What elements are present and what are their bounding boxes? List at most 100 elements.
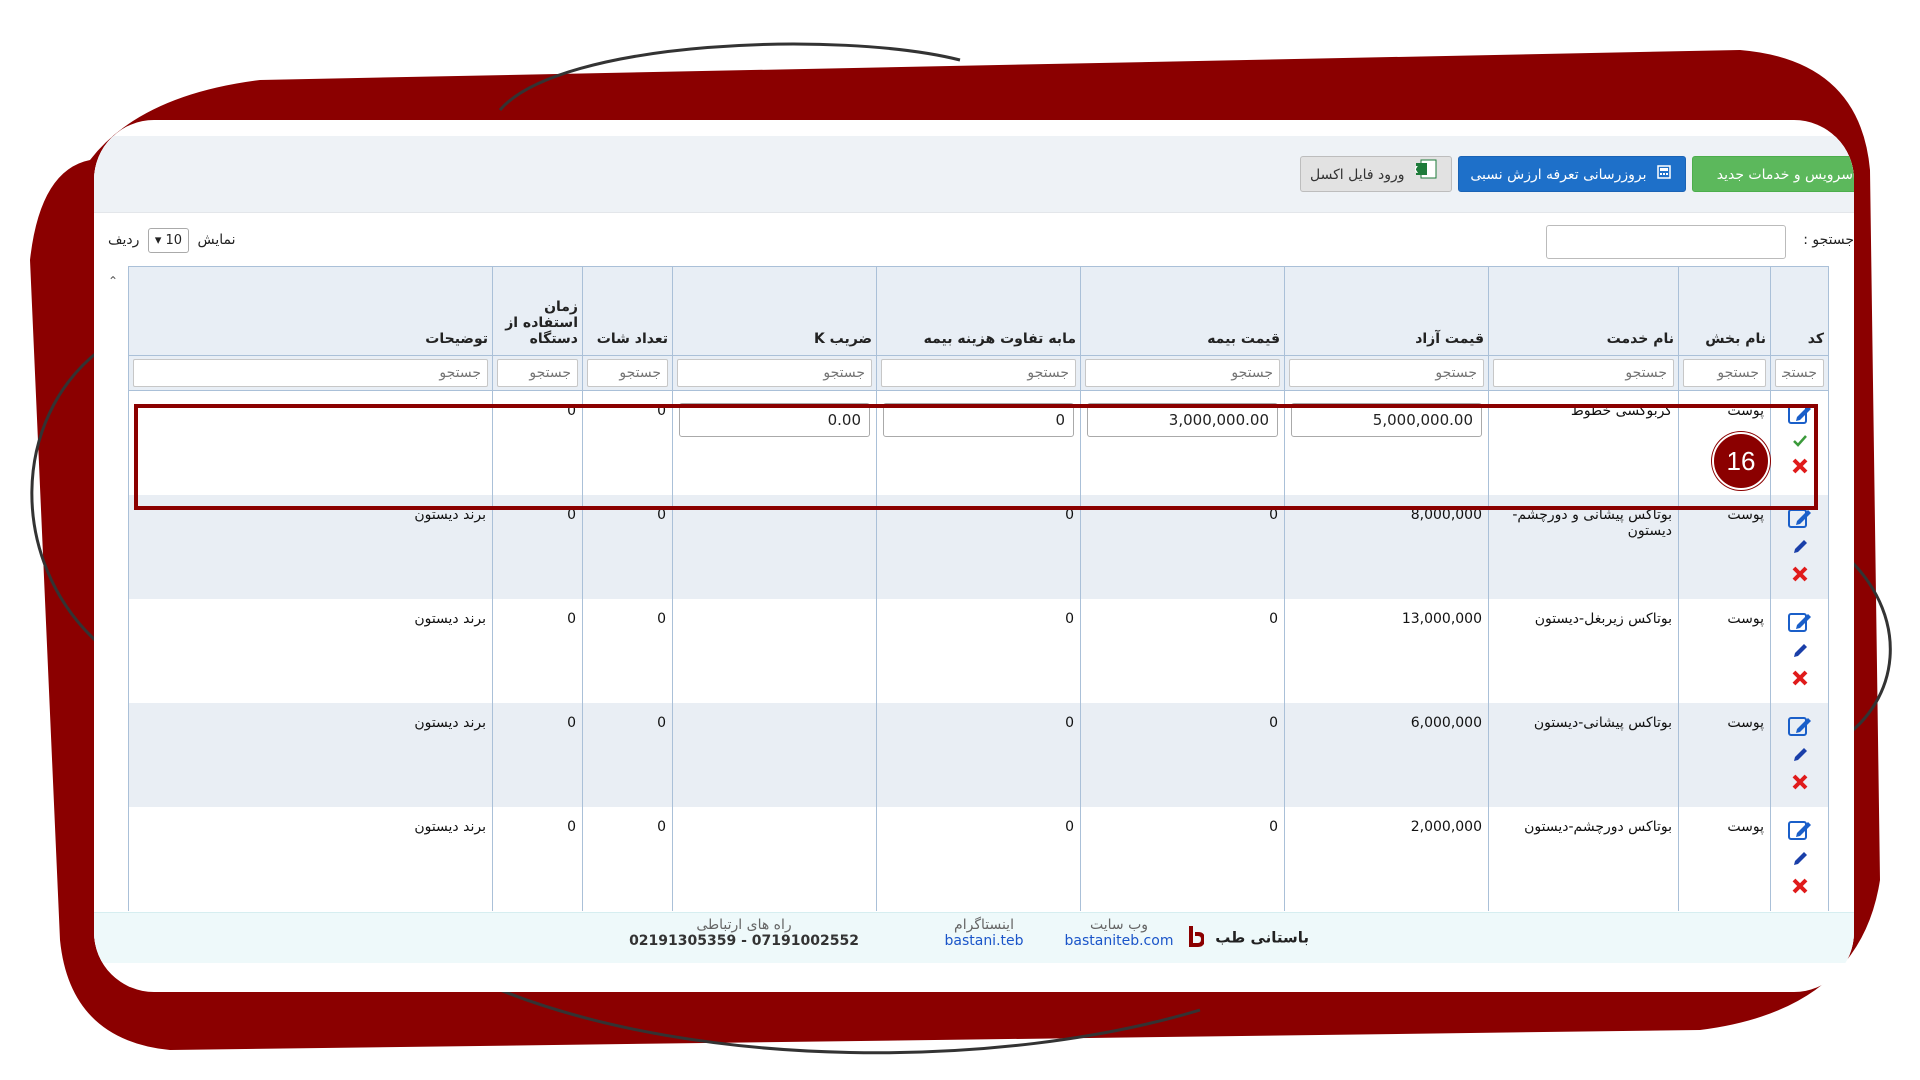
cell-insurance-price: 0 [1080,702,1285,807]
delete-icon[interactable] [1791,457,1809,479]
insurance-diff-input[interactable] [883,403,1074,437]
pencil-icon[interactable] [1792,643,1808,663]
filter-input[interactable] [497,359,578,387]
row-actions [1770,702,1829,807]
col-notes[interactable]: توضیحات [128,266,493,356]
calculator-icon [1657,157,1671,193]
row-actions [1770,806,1829,911]
cell-insurance-price: 0 [1080,806,1285,911]
cell-k-coef [672,702,877,807]
filter-insurance-price [1080,355,1285,391]
footer-brand: باستانی طب [1188,925,1309,951]
table-row: پوست بوتاکس پیشانی و دورچشم-دیستون 8,000… [128,494,1829,599]
cell-notes: برند دیستون [128,806,493,911]
new-services-button[interactable]: سرویس و خدمات جدید [1692,156,1854,192]
scroll-up-arrow[interactable]: ⌃ [108,274,118,288]
cell-device-time: 0 [492,806,583,911]
footer-website-link[interactable]: bastaniteb.com [1044,933,1194,949]
edit-icon[interactable] [1787,715,1812,741]
cell-service: کربوکسی خطوط [1488,390,1679,495]
row-actions [1770,494,1829,599]
col-section[interactable]: نام بخش [1678,266,1771,356]
footer-instagram-link[interactable]: bastani.teb [924,933,1044,949]
filter-input[interactable] [881,359,1076,387]
edit-icon[interactable] [1787,611,1812,637]
col-free-price[interactable]: قیمت آزاد [1284,266,1489,356]
free-price-input[interactable] [1291,403,1482,437]
cell-service: بوتاکس پیشانی و دورچشم-دیستون [1488,494,1679,599]
cell-shots: 0 [582,598,673,703]
excel-icon: X [1411,157,1437,193]
col-code[interactable]: کد [1770,266,1829,356]
footer-contact: راه های ارتباطی 07191002552 - 0219130535… [614,917,874,949]
filter-input[interactable] [1683,359,1766,387]
filter-input[interactable] [1289,359,1484,387]
cell-insurance-price [1080,390,1285,495]
col-insurance-price[interactable]: قیمت بیمه [1080,266,1285,356]
cell-section: پوست [1678,702,1771,807]
edit-icon[interactable] [1787,507,1812,533]
import-excel-label: ورود فایل اکسل [1310,167,1405,183]
cell-shots: 0 [582,494,673,599]
pencil-icon[interactable] [1792,539,1808,559]
edit-icon[interactable] [1787,403,1812,429]
cell-service: بوتاکس دورچشم-دیستون [1488,806,1679,911]
delete-icon[interactable] [1791,565,1809,587]
filter-input[interactable] [587,359,668,387]
footer-website: وب سایت bastaniteb.com [1044,917,1194,949]
footer-instagram: اینستاگرام bastani.teb [924,917,1044,949]
col-insurance-diff[interactable]: مابه تفاوت هزینه بیمه [876,266,1081,356]
cell-shots: 0 [582,702,673,807]
filter-input[interactable] [1775,359,1824,387]
import-excel-button[interactable]: X ورود فایل اکسل [1300,156,1452,192]
delete-icon[interactable] [1791,669,1809,691]
cell-free-price: 6,000,000 [1284,702,1489,807]
delete-icon[interactable] [1791,877,1809,899]
cell-device-time: 0 [492,390,583,495]
cell-free-price: 2,000,000 [1284,806,1489,911]
toolbar: سرویس و خدمات جدید بروزرسانی تعرفه ارزش … [94,136,1854,213]
col-k-coef[interactable]: ضریب K [672,266,877,356]
page-length-show: نمایش [197,232,236,248]
footer-instagram-label: اینستاگرام [954,917,1014,933]
app-screen: سرویس و خدمات جدید بروزرسانی تعرفه ارزش … [94,136,1854,978]
filter-input[interactable] [1085,359,1280,387]
cell-notes: برند دیستون [128,494,493,599]
cell-notes [128,390,493,495]
new-services-label: سرویس و خدمات جدید [1716,167,1853,183]
page-length-value: 10 [165,233,183,248]
cell-device-time: 0 [492,494,583,599]
col-service[interactable]: نام خدمت [1488,266,1679,356]
page-length-select[interactable]: 10 ▾ [147,228,190,253]
col-shots[interactable]: تعداد شات [582,266,673,356]
col-device-time[interactable]: زمان استفاده از دستگاه [492,266,583,356]
filter-input[interactable] [677,359,872,387]
services-table: کد نام بخش نام خدمت قیمت آزاد قیمت بیمه … [128,266,1829,911]
k-coef-input[interactable] [679,403,870,437]
table-row: پوست بوتاکس زیربغل-دیستون 13,000,000 0 0… [128,598,1829,703]
save-check-icon[interactable] [1792,435,1807,451]
pencil-icon[interactable] [1792,851,1808,871]
filter-input[interactable] [133,359,488,387]
cell-insurance-price: 0 [1080,494,1285,599]
callout-badge: 16 [1712,432,1770,490]
search-input[interactable] [1546,225,1786,259]
cell-shots: 0 [582,806,673,911]
filter-k-coef [672,355,877,391]
pencil-icon[interactable] [1792,747,1808,767]
cell-k-coef [672,806,877,911]
table-row-editing: پوست کربوکسی خطوط 0 0 [128,390,1829,495]
filter-input[interactable] [1493,359,1674,387]
delete-icon[interactable] [1791,773,1809,795]
filter-code [1770,355,1829,391]
cell-insurance-diff [876,390,1081,495]
cell-device-time: 0 [492,598,583,703]
table-row: پوست بوتاکس پیشانی-دیستون 6,000,000 0 0 … [128,702,1829,807]
filter-service [1488,355,1679,391]
cell-insurance-diff: 0 [876,702,1081,807]
update-tariff-button[interactable]: بروزرسانی تعرفه ارزش نسبی [1458,156,1686,192]
insurance-price-input[interactable] [1087,403,1278,437]
row-actions [1770,390,1829,495]
edit-icon[interactable] [1787,819,1812,845]
cell-k-coef [672,390,877,495]
